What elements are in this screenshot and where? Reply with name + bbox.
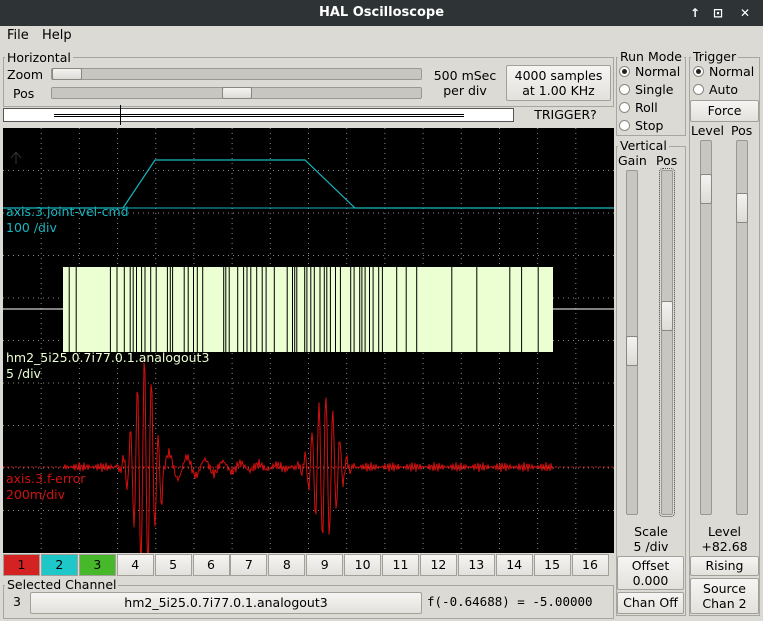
source-label: Source xyxy=(703,581,746,596)
zoom-slider[interactable] xyxy=(51,68,422,80)
close-icon[interactable]: ✕ xyxy=(736,4,754,22)
trigger-arrow-icon xyxy=(10,151,22,164)
scale-label: Scale xyxy=(634,524,668,539)
channel-button-3[interactable]: 3 xyxy=(78,554,116,576)
gain-slider[interactable] xyxy=(626,170,638,515)
trace-3-waveform xyxy=(62,362,554,553)
channel-button-15[interactable]: 15 xyxy=(533,554,571,576)
channel-button-13[interactable]: 13 xyxy=(457,554,495,576)
record-position-bar[interactable] xyxy=(3,105,514,125)
force-button[interactable]: Force xyxy=(690,100,759,122)
trigger-mode-normal[interactable]: Normal xyxy=(693,63,754,81)
selected-channel-number: 3 xyxy=(13,594,21,609)
zoom-slider-thumb[interactable] xyxy=(52,68,82,80)
rate-value: 500 mSec xyxy=(433,68,497,83)
offset-value: 0.000 xyxy=(632,573,669,588)
channel-button-4[interactable]: 4 xyxy=(116,554,154,576)
title-bar: HAL Oscilloscope ↑ ⊡ ✕ xyxy=(0,0,763,26)
trigger-status: TRIGGER? xyxy=(534,107,597,122)
horizontal-label: Horizontal xyxy=(5,50,73,65)
trigger-pos-label: Pos xyxy=(731,123,753,138)
trigger-level-label: Level xyxy=(691,123,724,138)
trace-3-name: axis.3.f-error xyxy=(6,471,86,486)
keep-above-icon[interactable]: ↑ xyxy=(686,4,704,22)
trigger-pos-slider-thumb[interactable] xyxy=(736,193,748,223)
gain-slider-thumb[interactable] xyxy=(626,336,638,366)
radio-icon xyxy=(619,102,630,113)
channel-button-12[interactable]: 12 xyxy=(419,554,457,576)
channel-button-9[interactable]: 9 xyxy=(306,554,344,576)
value-readout: f(-0.64688) = -5.00000 xyxy=(427,594,593,609)
scale-value: 5 /div xyxy=(633,539,669,554)
selected-channel-label: Selected Channel xyxy=(5,577,119,592)
maximize-icon[interactable]: ⊡ xyxy=(709,4,727,22)
trace-1-waveform xyxy=(3,159,614,209)
trigger-level-slider[interactable] xyxy=(700,140,712,515)
offset-label: Offset xyxy=(631,558,670,573)
trace-2-name: hm2_5i25.0.7i77.0.1.analogout3 xyxy=(6,350,210,365)
scope-display[interactable]: axis.3.joint-vel-cmd 100 /div hm2_5i25.0… xyxy=(3,128,614,553)
radio-icon xyxy=(619,120,630,131)
channel-button-2[interactable]: 2 xyxy=(40,554,78,576)
vertical-pos-slider-thumb[interactable] xyxy=(661,301,673,331)
gain-label: Gain xyxy=(618,153,647,168)
pos-label: Pos xyxy=(13,86,35,101)
channel-button-5[interactable]: 5 xyxy=(154,554,192,576)
channel-button-7[interactable]: 7 xyxy=(230,554,268,576)
radio-icon xyxy=(693,84,704,95)
channel-source-button[interactable]: hm2_5i25.0.7i77.0.1.analogout3 xyxy=(30,592,422,614)
channel-button-1[interactable]: 1 xyxy=(3,554,40,576)
scale-display: Scale 5 /div xyxy=(616,524,686,554)
trigger-level-display: Level +82.68 xyxy=(689,524,760,554)
vertical-pos-slider[interactable] xyxy=(659,168,675,517)
rising-button[interactable]: Rising xyxy=(690,556,759,576)
channel-button-6[interactable]: 6 xyxy=(192,554,230,576)
channel-button-16[interactable]: 16 xyxy=(571,554,609,576)
sample-rate: 500 mSec per div xyxy=(426,68,504,98)
vertical-pos-label: Pos xyxy=(656,153,678,168)
menu-help[interactable]: Help xyxy=(42,28,72,43)
samples-button[interactable]: 4000 samples at 1.00 KHz xyxy=(506,65,611,101)
trigger-source-button[interactable]: Source Chan 2 xyxy=(690,578,759,614)
radio-selected-icon xyxy=(693,66,704,77)
trace-1-name: axis.3.joint-vel-cmd xyxy=(6,204,129,219)
trace-2-scale: 5 /div xyxy=(6,366,41,381)
samples-rate: at 1.00 KHz xyxy=(522,83,595,98)
rate-unit: per div xyxy=(443,83,487,98)
chan-off-button[interactable]: Chan Off xyxy=(617,592,684,614)
window-title: HAL Oscilloscope xyxy=(318,5,445,20)
trigger-marker xyxy=(120,105,121,125)
run-mode-stop[interactable]: Stop xyxy=(619,117,663,135)
radio-icon xyxy=(619,84,630,95)
channel-button-14[interactable]: 14 xyxy=(495,554,533,576)
trigger-level-text: Level xyxy=(708,524,741,539)
run-mode-normal[interactable]: Normal xyxy=(619,63,680,81)
trigger-pos-slider[interactable] xyxy=(736,140,748,515)
source-channel: Chan 2 xyxy=(702,596,747,611)
pos-slider-thumb[interactable] xyxy=(222,87,252,99)
trigger-level-slider-thumb[interactable] xyxy=(700,174,712,204)
run-mode-single[interactable]: Single xyxy=(619,81,673,99)
channel-button-11[interactable]: 11 xyxy=(382,554,419,576)
radio-selected-icon xyxy=(619,66,630,77)
trigger-mode-auto[interactable]: Auto xyxy=(693,81,738,99)
samples-count: 4000 samples xyxy=(514,68,603,83)
trace-3-scale: 200m/div xyxy=(6,487,66,502)
run-mode-label: Run Mode xyxy=(618,49,684,64)
run-mode-roll[interactable]: Roll xyxy=(619,99,658,117)
trigger-level-value: +82.68 xyxy=(701,539,748,554)
pos-slider[interactable] xyxy=(51,87,422,99)
menu-file[interactable]: File xyxy=(7,28,29,43)
offset-button[interactable]: Offset 0.000 xyxy=(617,556,684,590)
zoom-label: Zoom xyxy=(7,67,44,82)
record-window xyxy=(54,114,464,117)
vertical-label: Vertical xyxy=(618,138,669,153)
trace-1-scale: 100 /div xyxy=(6,220,57,235)
trigger-label: Trigger xyxy=(691,49,739,64)
channel-button-8[interactable]: 8 xyxy=(268,554,306,576)
scope-plot xyxy=(3,128,614,553)
menu-bar: File Help xyxy=(0,26,763,48)
channel-button-10[interactable]: 10 xyxy=(344,554,382,576)
